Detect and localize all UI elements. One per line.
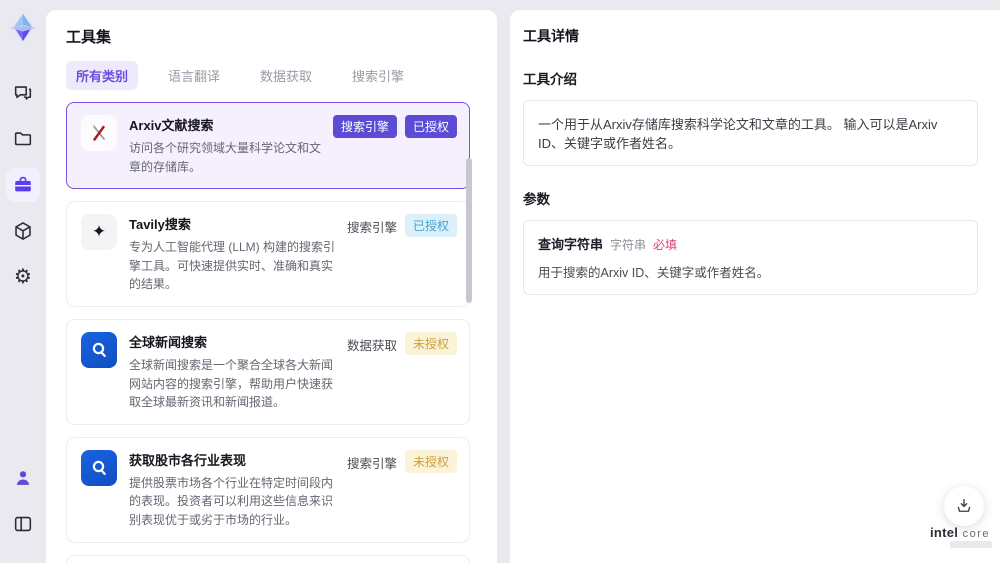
category-badge: 搜索引擎	[332, 115, 397, 138]
list-scrollbar[interactable]	[466, 102, 472, 563]
tool-card-arxiv[interactable]: Arxiv文献搜索 访问各个研究领域大量科学论文和文章的存储库。 搜索引擎 已授…	[66, 102, 470, 190]
page-title: 工具集	[66, 29, 112, 46]
tool-name: 获取股市各行业表现	[129, 452, 247, 468]
sidebar-item-plugins[interactable]	[6, 214, 40, 248]
tool-card-sector-performance[interactable]: 获取股市各行业表现 提供股票市场各个行业在特定时间段内的表现。投资者可以利用这些…	[66, 436, 470, 543]
category-tabs: 所有类别 语言翻译 数据获取 搜索引擎	[66, 61, 497, 90]
sidebar-item-settings[interactable]: ⚙	[6, 260, 40, 294]
tab-language-translation[interactable]: 语言翻译	[158, 61, 230, 90]
params-section-title: 参数	[523, 192, 550, 207]
intel-core-logo: intel core	[925, 524, 995, 542]
tab-all-categories[interactable]: 所有类别	[66, 61, 139, 90]
tool-name: Tavily搜索	[129, 217, 191, 233]
sidebar-item-chat[interactable]	[6, 76, 40, 110]
tab-search-engine[interactable]: 搜索引擎	[342, 61, 414, 90]
param-required-flag: 必填	[653, 238, 678, 252]
core-wordmark: core	[962, 528, 991, 540]
sidebar: ⚙	[0, 0, 46, 563]
toolbox-icon	[15, 176, 31, 192]
tool-detail-panel: 工具详情 工具介绍 一个用于从Arxiv存储库搜索科学论文和文章的工具。 输入可…	[510, 10, 1000, 563]
user-icon	[16, 471, 30, 485]
param-name: 查询字符串	[538, 237, 604, 252]
tool-description: 访问各个研究领域大量科学论文和文章的存储库。	[129, 141, 322, 174]
param-type: 字符串	[610, 238, 647, 252]
category-label: 搜索引擎	[346, 456, 397, 471]
app-logo-gem-icon[interactable]	[7, 8, 39, 48]
brand-watermark	[950, 541, 992, 548]
sidebar-item-account[interactable]	[6, 461, 40, 495]
tool-description: 提供股票市场各个行业在特定时间段内的表现。投资者可以利用这些信息来识别表现优于或…	[129, 475, 334, 527]
tool-name: 全球新闻搜索	[129, 334, 208, 350]
cube-icon	[15, 222, 31, 240]
detail-title: 工具详情	[523, 28, 579, 44]
folder-icon	[14, 132, 32, 146]
sidebar-item-collapse[interactable]	[6, 507, 40, 541]
auth-status-badge: 已授权	[404, 115, 457, 138]
category-label: 搜索引擎	[346, 221, 397, 236]
auth-status-badge: 未授权	[404, 449, 457, 473]
param-description: 用于搜索的Arxiv ID、关键字或作者姓名。	[538, 266, 770, 280]
arxiv-logo-icon	[81, 115, 117, 151]
sidebar-item-files[interactable]	[6, 122, 40, 156]
scrollbar-thumb[interactable]	[466, 158, 472, 303]
tool-name: Arxiv文献搜索	[129, 118, 214, 133]
download-button[interactable]	[944, 486, 984, 526]
sidebar-item-tools[interactable]	[6, 168, 40, 202]
tool-intro-box: 一个用于从Arxiv存储库搜索科学论文和文章的工具。 输入可以是Arxiv ID…	[523, 100, 978, 166]
intel-wordmark: intel	[929, 525, 959, 540]
tool-card-list: Arxiv文献搜索 访问各个研究领域大量科学论文和文章的存储库。 搜索引擎 已授…	[66, 102, 478, 563]
tool-card-most-active-stocks[interactable]: 获取市场最活跃股票信息 提供当天交易量最高的股票列表。投资者可以利用这些信息来识…	[66, 554, 470, 563]
auth-status-badge: 未授权	[404, 331, 457, 355]
panel-layout-icon	[14, 516, 32, 532]
download-icon	[957, 498, 971, 512]
tool-list-panel: 工具集 所有类别 语言翻译 数据获取 搜索引擎 Arxiv文献搜索 访问各个研究…	[46, 10, 497, 563]
parameter-card: 查询字符串 字符串 必填 用于搜索的Arxiv ID、关键字或作者姓名。	[523, 220, 978, 295]
tool-card-tavily[interactable]: ✦ Tavily搜索 专为人工智能代理 (LLM) 构建的搜索引擎工具。可快速提…	[66, 201, 470, 307]
tool-description: 专为人工智能代理 (LLM) 构建的搜索引擎工具。可快速提供实时、准确和真实的结…	[129, 240, 336, 292]
auth-status-badge: 已授权	[404, 214, 457, 238]
chat-icon	[14, 86, 32, 100]
sparkle-star-icon: ✦	[81, 214, 117, 251]
tool-card-global-news[interactable]: 全球新闻搜索 全球新闻搜索是一个聚合全球各大新闻网站内容的搜索引擎，帮助用户快速…	[66, 318, 470, 425]
settings-gear-icon: ⚙	[14, 266, 32, 288]
tab-data-fetch[interactable]: 数据获取	[250, 61, 322, 90]
app-window: ⚙ 工具集 所有类别 语言翻译 数据获取 搜索引擎 Arxiv文献搜索 访问各个…	[0, 0, 1000, 563]
tool-description: 全球新闻搜索是一个聚合全球各大新闻网站内容的搜索引擎，帮助用户快速获取全球最新资…	[129, 357, 334, 410]
category-label: 数据获取	[346, 338, 397, 353]
blue-search-app-icon	[81, 331, 117, 368]
intro-section-title: 工具介绍	[523, 72, 577, 87]
blue-search-app-icon	[81, 449, 117, 486]
